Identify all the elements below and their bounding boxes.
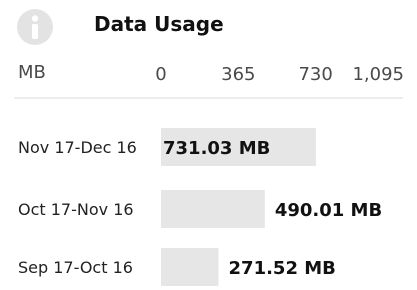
- bar-value-label: 731.03 MB: [163, 138, 270, 159]
- category-label: Nov 17-Dec 16: [18, 138, 137, 157]
- bar-value-label: 271.52 MB: [229, 258, 336, 279]
- x-tick-label: 1,095: [352, 64, 404, 85]
- x-tick-label: 365: [221, 64, 255, 85]
- x-tick-label: 0: [155, 64, 166, 85]
- bar: [161, 190, 265, 228]
- x-tick-label: 730: [298, 64, 332, 85]
- bar-value-label: 490.01 MB: [275, 200, 382, 221]
- data-usage-chart: 0 365 730 1,095 Nov 17-Dec 16 731.03 MB Oct 17…: [14, 64, 404, 286]
- category-label: Oct 17-Nov 16: [18, 200, 134, 219]
- category-label: Sep 17-Oct 16: [18, 258, 133, 277]
- bar: [161, 248, 219, 286]
